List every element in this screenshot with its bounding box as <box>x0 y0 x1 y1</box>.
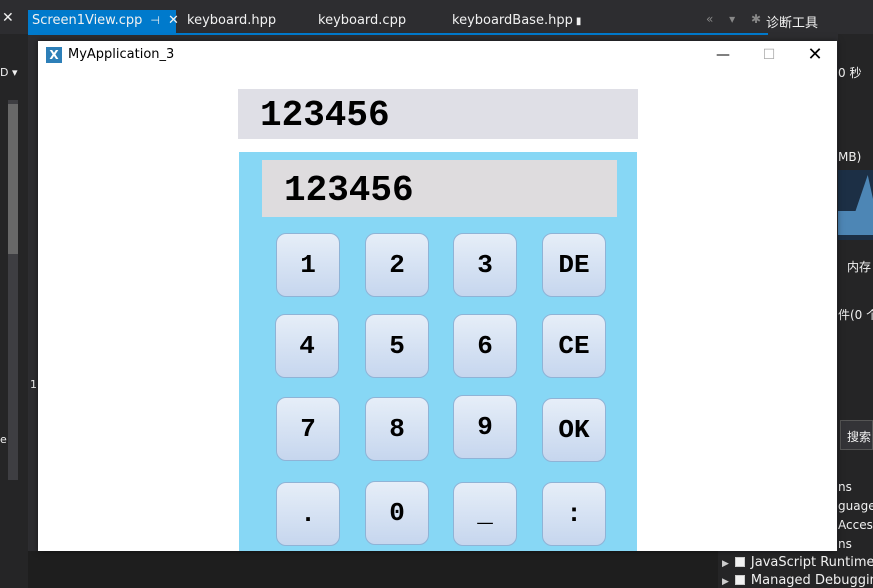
memory-unit: MB) <box>838 150 862 164</box>
search-label: 搜索 <box>847 430 872 444</box>
app-titlebar[interactable]: X MyApplication_3 — ☐ ✕ <box>38 41 837 71</box>
key-delete[interactable]: DE <box>542 233 606 297</box>
checkbox[interactable] <box>734 557 745 567</box>
list-item-label: JavaScript Runtime L <box>750 555 873 570</box>
inner-display: 123456 <box>262 160 617 217</box>
outer-display-value: 123456 <box>260 95 390 136</box>
lock-icon: ▮ <box>575 16 582 27</box>
tab-overflow-controls[interactable]: « ▾ ✱ <box>706 12 767 26</box>
key-6[interactable]: 6 <box>453 314 517 378</box>
list-item[interactable]: ▶ JavaScript Runtime L <box>722 555 873 570</box>
list-item-label: Managed Debugging <box>750 573 873 588</box>
left-fragment: e <box>0 433 7 446</box>
expand-icon[interactable]: ▶ <box>722 577 729 587</box>
tab-label: keyboard.hpp <box>187 13 277 28</box>
checkbox[interactable] <box>734 575 745 585</box>
memory-tab[interactable]: 内存 <box>847 258 871 275</box>
list-fragment: ns <box>838 480 852 494</box>
tab-label: keyboard.cpp <box>318 13 407 28</box>
key-ok[interactable]: OK <box>542 398 606 462</box>
list-fragment: ns <box>838 537 852 551</box>
ide-close-icon[interactable]: ✕ <box>2 10 14 26</box>
key-3[interactable]: 3 <box>453 233 517 297</box>
key-7[interactable]: 7 <box>276 397 340 461</box>
diagnostic-tools-title: 诊断工具 <box>766 16 819 31</box>
key-colon[interactable]: : <box>542 482 606 546</box>
inner-display-value: 123456 <box>284 170 414 211</box>
events-count: 件(0 个 <box>838 308 873 322</box>
left-scrollbar-thumb[interactable] <box>8 104 18 254</box>
close-button[interactable]: ✕ <box>792 41 837 71</box>
timer-text: 0 秒 <box>838 66 862 80</box>
tab-keyboard-cpp[interactable]: keyboard.cpp <box>314 10 406 34</box>
tab-keyboard-hpp[interactable]: keyboard.hpp <box>183 10 276 34</box>
tab-close-icon[interactable]: ✕ <box>168 13 179 28</box>
keypad-panel: 123456 1 2 3 DE 4 5 6 CE 7 8 9 OK . 0 _ … <box>239 152 637 551</box>
key-underscore[interactable]: _ <box>453 482 517 546</box>
pin-icon[interactable]: ⊣ <box>150 14 160 27</box>
app-icon: X <box>46 47 62 63</box>
key-5[interactable]: 5 <box>365 314 429 378</box>
key-clear[interactable]: CE <box>542 314 606 378</box>
tab-screen1view-cpp[interactable]: Screen1View.cpp ⊣ ✕ <box>28 10 179 34</box>
expand-icon[interactable]: ▶ <box>722 559 729 569</box>
key-9[interactable]: 9 <box>453 395 517 459</box>
key-dot[interactable]: . <box>276 482 340 546</box>
key-0[interactable]: 0 <box>365 481 429 545</box>
app-title: MyApplication_3 <box>68 47 175 62</box>
key-4[interactable]: 4 <box>275 314 339 378</box>
list-item[interactable]: ▶ Managed Debugging <box>722 573 873 588</box>
tab-label: Screen1View.cpp <box>32 13 143 28</box>
key-2[interactable]: 2 <box>365 233 429 297</box>
list-fragment: guage <box>838 499 873 513</box>
left-fragment: 1 <box>30 378 37 391</box>
outer-display: 123456 <box>238 89 638 139</box>
minimize-button[interactable]: — <box>700 41 746 71</box>
active-tab-underline <box>28 33 768 35</box>
app-window: X MyApplication_3 — ☐ ✕ 123456 123456 1 … <box>38 41 837 551</box>
list-fragment: Access <box>838 518 873 532</box>
key-8[interactable]: 8 <box>365 397 429 461</box>
tab-label: keyboardBase.hpp <box>452 13 573 28</box>
editor-area <box>28 551 718 588</box>
maximize-button[interactable]: ☐ <box>746 41 792 71</box>
tab-keyboardbase-hpp[interactable]: keyboardBase.hpp ▮ <box>448 10 581 34</box>
key-1[interactable]: 1 <box>276 233 340 297</box>
left-fragment: D ▾ <box>0 66 18 79</box>
